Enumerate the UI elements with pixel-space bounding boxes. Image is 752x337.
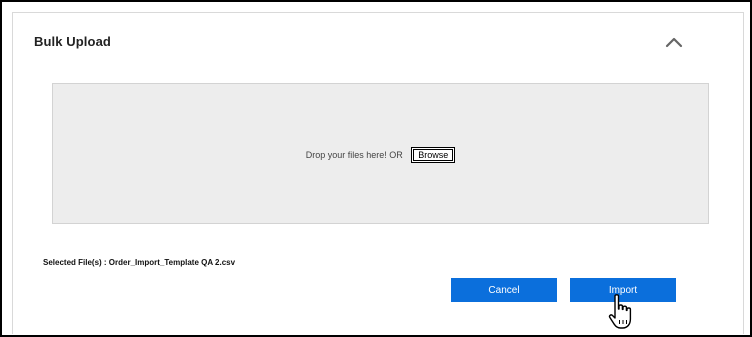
dropzone-content: Drop your files here! OR Browse	[53, 147, 708, 163]
browse-button[interactable]: Browse	[411, 147, 456, 163]
dropzone-text: Drop your files here! OR	[305, 150, 403, 160]
collapse-button[interactable]	[663, 33, 685, 51]
file-dropzone[interactable]: Drop your files here! OR Browse	[52, 83, 709, 224]
panel-title: Bulk Upload	[34, 34, 111, 49]
chevron-up-icon	[665, 37, 683, 48]
hand-pointer-cursor-icon	[608, 294, 632, 329]
bulk-upload-panel: Bulk Upload Drop your files here! OR Bro…	[12, 12, 744, 334]
selected-files-label: Selected File(s) : Order_Import_Template…	[43, 258, 236, 267]
cancel-button[interactable]: Cancel	[451, 278, 557, 302]
screenshot-frame: Bulk Upload Drop your files here! OR Bro…	[0, 0, 752, 337]
